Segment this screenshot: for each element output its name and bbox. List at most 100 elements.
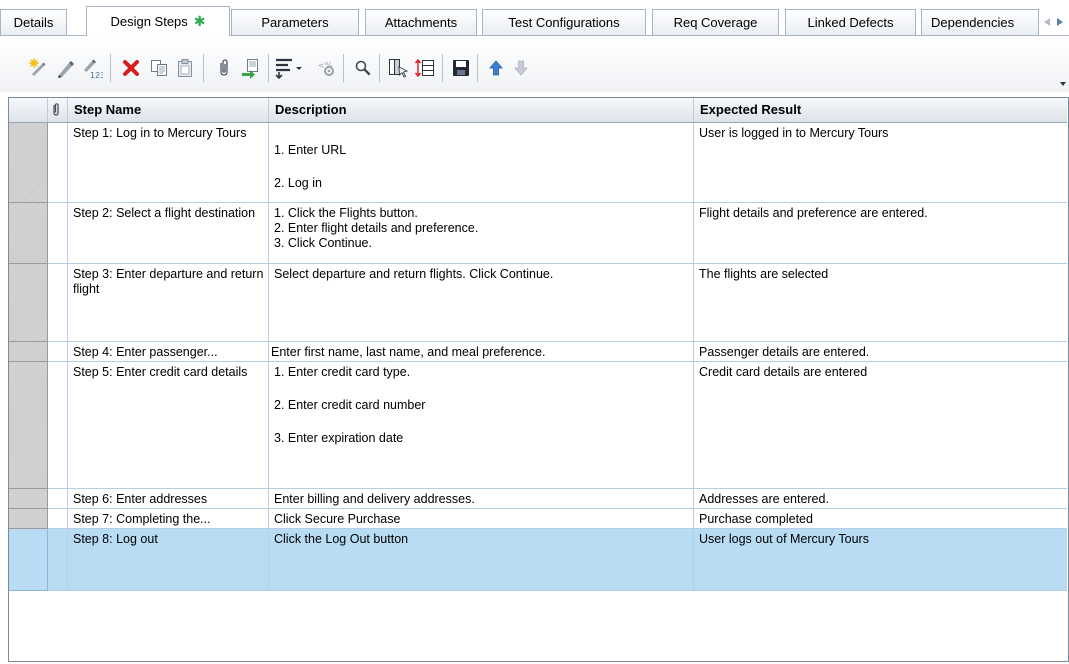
description-line: 1. Enter credit card type. <box>274 365 411 379</box>
paste-icon[interactable] <box>173 56 197 80</box>
tab-label: Linked Defects <box>807 15 894 30</box>
call-to-test-icon[interactable] <box>239 56 263 80</box>
tab-label: Dependencies <box>931 15 1015 30</box>
expected-result-cell[interactable]: Flight details and preference are entere… <box>694 203 1067 264</box>
renumber-steps-icon[interactable]: 123 <box>80 56 104 80</box>
tab-design-steps[interactable]: Design Steps ✱ <box>86 6 230 36</box>
step-name-cell[interactable]: Step 2: Select a flight destination <box>68 203 269 264</box>
expected-result-cell[interactable]: Passenger details are entered. <box>694 342 1067 362</box>
tab-linked-defects[interactable]: Linked Defects <box>785 9 916 35</box>
row-selector[interactable] <box>9 529 48 591</box>
description-column-header[interactable]: Description <box>269 98 694 122</box>
scroll-tabs-left-icon[interactable] <box>1041 14 1053 30</box>
insert-parameter-icon[interactable] <box>274 56 308 80</box>
attachment-column-header[interactable] <box>48 98 68 122</box>
expected-result-column-header[interactable]: Expected Result <box>694 98 1067 122</box>
toolbar-separator <box>110 54 111 82</box>
tab-test-configurations[interactable]: Test Configurations <box>482 9 646 35</box>
tab-label: Parameters <box>261 15 329 30</box>
toolbar-separator <box>203 54 204 82</box>
copy-icon[interactable] <box>147 56 171 80</box>
description-cell[interactable]: 1. Click the Flights button. 2. Enter fl… <box>269 203 694 264</box>
toolbar-overflow-icon[interactable] <box>1059 80 1067 88</box>
description-line: 3. Click Continue. <box>274 236 372 250</box>
description-line: 3. Enter expiration date <box>274 431 404 445</box>
description-cell[interactable]: Click Secure Purchase <box>269 509 694 529</box>
description-cell[interactable]: Select departure and return flights. Cli… <box>269 264 694 342</box>
row-selector[interactable] <box>9 342 48 362</box>
toolbar-separator <box>477 54 478 82</box>
toolbar-separator <box>379 54 380 82</box>
expected-result-cell[interactable]: Addresses are entered. <box>694 489 1067 509</box>
attachment-cell <box>48 264 68 342</box>
grid-empty-area[interactable] <box>9 591 1067 661</box>
attachment-icon[interactable] <box>212 56 236 80</box>
find-icon[interactable] <box>351 56 375 80</box>
design-steps-grid: Step Name Description Expected Result St… <box>8 97 1069 662</box>
edit-step-icon[interactable] <box>54 56 78 80</box>
row-selector[interactable] <box>9 362 48 489</box>
step-name-cell[interactable]: Step 5: Enter credit card details <box>68 362 269 489</box>
table-row[interactable]: Step 6: Enter addresses Enter billing an… <box>9 489 1067 509</box>
scroll-tabs-right-icon[interactable] <box>1054 14 1066 30</box>
description-cell[interactable]: 1. Enter URL 2. Log in <box>269 123 694 203</box>
generate-script-icon[interactable]: <% <box>314 56 338 80</box>
step-name-cell[interactable]: Step 7: Completing the... <box>68 509 269 529</box>
step-name-cell[interactable]: Step 1: Log in to Mercury Tours <box>68 123 269 203</box>
grid-header: Step Name Description Expected Result <box>9 98 1067 123</box>
expected-result-cell[interactable]: User is logged in to Mercury Tours <box>694 123 1067 203</box>
step-name-cell[interactable]: Step 3: Enter departure and return fligh… <box>68 264 269 342</box>
tab-attachments[interactable]: Attachments <box>365 9 477 35</box>
table-row-selected[interactable]: Step 8: Log out Click the Log Out button… <box>9 529 1067 591</box>
description-cell[interactable]: Enter first name, last name, and meal pr… <box>269 342 694 362</box>
save-icon[interactable] <box>449 56 473 80</box>
table-row[interactable]: Step 1: Log in to Mercury Tours 1. Enter… <box>9 123 1067 203</box>
tab-parameters[interactable]: Parameters <box>231 9 359 35</box>
tab-label: Req Coverage <box>673 15 758 30</box>
attachment-cell <box>48 509 68 529</box>
adjust-row-height-icon[interactable] <box>413 56 437 80</box>
delete-icon[interactable] <box>119 56 143 80</box>
select-columns-icon[interactable] <box>386 56 410 80</box>
description-line: Click the Log Out button <box>274 532 409 546</box>
expected-result-cell[interactable]: Credit card details are entered <box>694 362 1067 489</box>
tab-bar: Details Design Steps ✱ Parameters Attach… <box>0 0 1069 36</box>
step-name-column-header[interactable]: Step Name <box>68 98 269 122</box>
row-selector-header <box>9 98 48 122</box>
tab-req-coverage[interactable]: Req Coverage <box>652 9 779 35</box>
tab-details[interactable]: Details <box>0 9 67 35</box>
description-cell[interactable]: Enter billing and delivery addresses. <box>269 489 694 509</box>
row-selector[interactable] <box>9 203 48 264</box>
expected-result-cell[interactable]: User logs out of Mercury Tours <box>694 529 1067 591</box>
row-selector[interactable] <box>9 123 48 203</box>
step-name-cell[interactable]: Step 4: Enter passenger... <box>68 342 269 362</box>
table-row[interactable]: Step 2: Select a flight destination 1. C… <box>9 203 1067 264</box>
description-line: Enter billing and delivery addresses. <box>274 492 475 506</box>
modified-star-icon: ✱ <box>193 13 206 29</box>
attachment-icon <box>53 103 59 116</box>
row-selector[interactable] <box>9 264 48 342</box>
toolbar-separator <box>268 54 269 82</box>
table-row[interactable]: Step 7: Completing the... Click Secure P… <box>9 509 1067 529</box>
tab-dependencies[interactable]: Dependencies <box>921 9 1039 35</box>
description-line: 2. Enter flight details and preference. <box>274 221 479 235</box>
expected-result-cell[interactable]: Purchase completed <box>694 509 1067 529</box>
description-cell[interactable]: 1. Enter credit card type. 2. Enter cred… <box>269 362 694 489</box>
row-selector[interactable] <box>9 489 48 509</box>
row-selector[interactable] <box>9 509 48 529</box>
attachment-cell <box>48 123 68 203</box>
table-row[interactable]: Step 3: Enter departure and return fligh… <box>9 264 1067 342</box>
move-down-icon[interactable] <box>509 56 533 80</box>
description-line: Click Secure Purchase <box>274 512 401 526</box>
table-row[interactable]: Step 5: Enter credit card details 1. Ent… <box>9 362 1067 489</box>
table-row[interactable]: Step 4: Enter passenger... Enter first n… <box>9 342 1067 362</box>
step-name-cell[interactable]: Step 8: Log out <box>68 529 269 591</box>
move-up-icon[interactable] <box>484 56 508 80</box>
toolbar-separator <box>343 54 344 82</box>
tab-label: Details <box>13 15 54 30</box>
step-name-cell[interactable]: Step 6: Enter addresses <box>68 489 269 509</box>
new-step-icon[interactable] <box>26 56 50 80</box>
expected-result-cell[interactable]: The flights are selected <box>694 264 1067 342</box>
tab-label: Test Configurations <box>508 15 620 30</box>
description-cell[interactable]: Click the Log Out button <box>269 529 694 591</box>
